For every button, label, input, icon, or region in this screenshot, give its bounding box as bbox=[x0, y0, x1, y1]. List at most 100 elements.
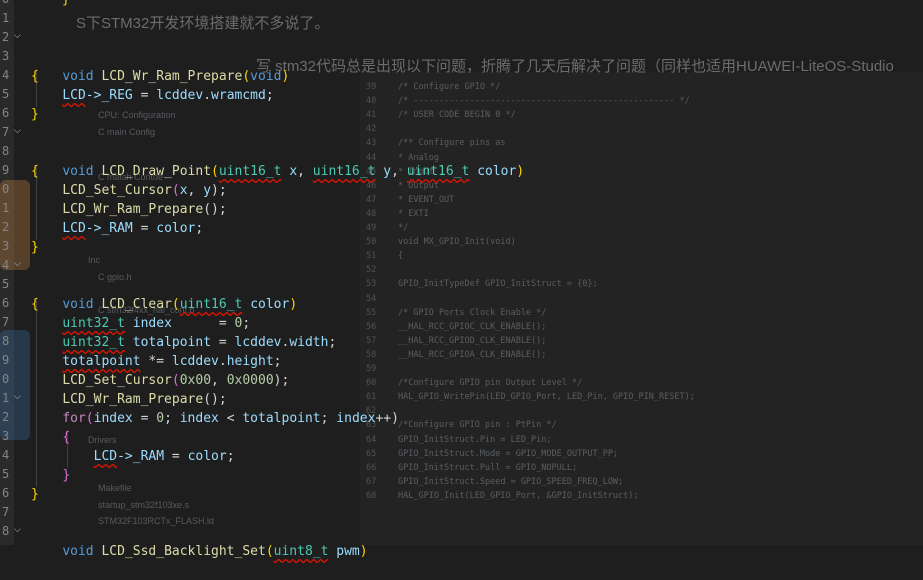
background-line-number: 67 bbox=[366, 476, 377, 487]
identifier: index bbox=[336, 411, 376, 426]
identifier: x bbox=[179, 183, 188, 198]
background-code-line: __HAL_RCC_GPIOD_CLK_ENABLE(); bbox=[398, 335, 547, 346]
code-line[interactable]: } bbox=[31, 466, 70, 485]
increment: ++) bbox=[375, 411, 399, 426]
background-line-number: 68 bbox=[366, 490, 377, 501]
background-code-line: __HAL_RCC_GPIOA_CLK_ENABLE(); bbox=[398, 349, 547, 360]
paren: ) bbox=[359, 544, 368, 559]
keyword: void bbox=[62, 164, 94, 179]
code-line[interactable]: LCD_Set_Cursor(x, y); bbox=[31, 181, 227, 200]
operator: *= bbox=[140, 354, 172, 369]
background-line-number: 61 bbox=[366, 392, 377, 403]
line-number: 2 bbox=[2, 220, 10, 234]
function-call: LCD_Set_Cursor bbox=[62, 183, 172, 198]
function-name: LCD_Ssd_Backlight_Set bbox=[101, 544, 266, 559]
background-line-number: 39 bbox=[366, 82, 377, 92]
code-line[interactable]: LCD->_REG = lcddev.wramcmd; bbox=[31, 86, 273, 105]
member: ->_REG bbox=[85, 88, 133, 103]
type-name: uint16_t bbox=[179, 297, 243, 312]
comma: , bbox=[297, 164, 313, 179]
closing-brace: } bbox=[62, 0, 70, 7]
code-line[interactable]: LCD->_RAM = color; bbox=[31, 219, 203, 238]
member: ->_RAM bbox=[85, 221, 133, 236]
code-line[interactable]: LCD_Wr_Ram_Prepare(); bbox=[31, 200, 226, 219]
code-line[interactable]: LCD_Set_Cursor(0x00, 0x0000); bbox=[31, 371, 289, 390]
identifier: color bbox=[187, 449, 227, 464]
identifier: index bbox=[93, 411, 133, 426]
background-tree-item: Drivers bbox=[88, 435, 117, 445]
code-line[interactable]: } bbox=[31, 238, 39, 257]
code-line[interactable]: } bbox=[31, 105, 39, 124]
code-line[interactable]: uint32_t index = 0; bbox=[31, 314, 250, 333]
identifier: index bbox=[179, 411, 219, 426]
background-line-number: 51 bbox=[366, 251, 377, 262]
line-number: 4 bbox=[2, 258, 10, 272]
background-line-number: 58 bbox=[366, 349, 377, 360]
background-line-number: 49 bbox=[366, 223, 377, 233]
chevron-down-icon[interactable]: ⌵ bbox=[14, 392, 28, 402]
code-line[interactable]: void LCD_Ssd_Backlight_Set(uint8_t pwm) bbox=[31, 523, 368, 580]
line-number: 5 bbox=[2, 87, 10, 101]
member: width bbox=[289, 335, 329, 350]
chevron-down-icon[interactable]: ⌵ bbox=[14, 259, 28, 269]
identifier: index bbox=[132, 316, 172, 331]
number: 0 bbox=[156, 411, 165, 426]
line-number: 6 bbox=[2, 106, 10, 120]
code-line[interactable]: { bbox=[31, 295, 39, 314]
line-number: 0 bbox=[2, 372, 10, 386]
background-code-line: GPIO_InitStruct.Pin = LED_Pin; bbox=[398, 434, 552, 445]
type-name: uint16_t bbox=[312, 164, 376, 179]
operator: < bbox=[218, 411, 243, 426]
line-number: 2 bbox=[2, 410, 10, 424]
background-line-number: 64 bbox=[366, 434, 377, 445]
code-line[interactable]: { bbox=[31, 428, 70, 447]
background-line-number: 50 bbox=[366, 237, 377, 248]
semicolon: ; bbox=[273, 354, 282, 369]
code-line[interactable]: LCD->_RAM = color; bbox=[31, 447, 235, 466]
background-line-number: 55 bbox=[366, 307, 377, 318]
identifier: lcddev bbox=[156, 88, 204, 103]
code-line[interactable]: LCD_Wr_Ram_Prepare(); bbox=[31, 390, 226, 409]
member: height bbox=[226, 354, 274, 369]
semicolon: ; bbox=[195, 221, 204, 236]
paren: ) bbox=[281, 69, 290, 84]
paren-semicolon: ); bbox=[211, 183, 227, 198]
background-line-number: 52 bbox=[366, 265, 377, 276]
chevron-down-icon[interactable]: ⌵ bbox=[14, 525, 28, 535]
code-line[interactable]: { bbox=[31, 162, 39, 181]
background-line-number: 65 bbox=[366, 448, 377, 459]
dot: . bbox=[218, 354, 227, 369]
line-number: 5 bbox=[2, 467, 10, 481]
identifier: LCD bbox=[62, 88, 86, 103]
code-line[interactable]: { bbox=[31, 67, 39, 86]
identifier: totalpoint bbox=[242, 411, 321, 426]
identifier: lcddev bbox=[171, 354, 219, 369]
background-code-line: /*Configure GPIO pin : PtPin */ bbox=[398, 420, 557, 431]
line-number: 6 bbox=[2, 486, 10, 500]
code-line[interactable]: for(index = 0; index < totalpoint; index… bbox=[31, 409, 399, 428]
line-number: 4 bbox=[2, 68, 10, 82]
line-number: 1 bbox=[2, 11, 10, 25]
paren: ( bbox=[211, 164, 219, 179]
background-code-line: GPIO_InitStruct.Mode = GPIO_MODE_OUTPUT_… bbox=[398, 448, 619, 459]
semicolon: ; bbox=[320, 411, 337, 426]
background-code-line: /* USER CODE BEGIN 0 */ bbox=[398, 110, 516, 121]
brace: } bbox=[31, 487, 39, 502]
code-line[interactable]: } bbox=[31, 485, 39, 504]
code-line[interactable]: totalpoint *= lcddev.height; bbox=[31, 352, 282, 371]
chevron-down-icon[interactable]: ⌵ bbox=[14, 126, 28, 136]
background-tree-item: Inc bbox=[88, 255, 101, 265]
code-line[interactable]: } bbox=[31, 0, 70, 9]
background-code-line: GPIO_InitStruct.Pull = GPIO_NOPULL; bbox=[398, 462, 578, 473]
operator: = bbox=[132, 221, 157, 236]
function-call: LCD_Wr_Ram_Prepare bbox=[62, 202, 204, 217]
line-number: 7 bbox=[2, 505, 10, 519]
paren: ( bbox=[85, 411, 94, 426]
brace: { bbox=[31, 297, 39, 312]
identifier: lcddev bbox=[234, 335, 282, 350]
code-line[interactable]: uint32_t totalpoint = lcddev.width; bbox=[31, 333, 336, 352]
line-number: 3 bbox=[2, 239, 10, 253]
line-number: 8 bbox=[2, 144, 10, 158]
chevron-down-icon[interactable]: ⌵ bbox=[14, 31, 28, 41]
